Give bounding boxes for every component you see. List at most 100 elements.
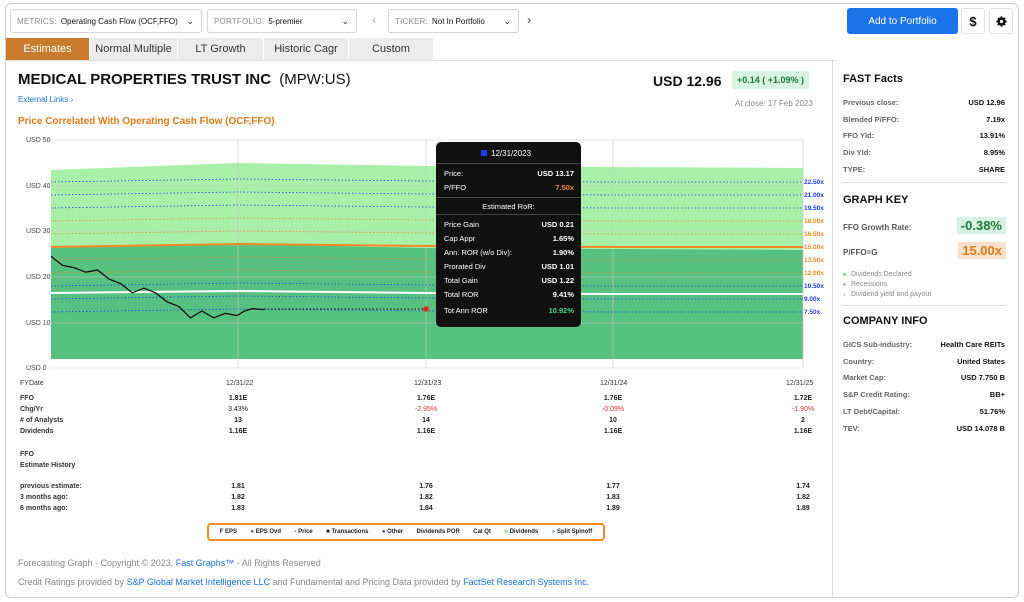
tooltip-value: 1.90% bbox=[552, 248, 574, 257]
tooltip-row: P/FFO 7.50x bbox=[444, 183, 574, 192]
add-to-portfolio-button[interactable]: Add to Portfolio bbox=[847, 8, 958, 34]
sp-global-link[interactable]: S&P Global Market Intelligence LLC bbox=[127, 577, 270, 587]
portfolio-select[interactable]: PORTFOLIO: 5-premier ⌄ bbox=[207, 9, 357, 33]
multiple-label: 21.00x bbox=[804, 192, 824, 199]
fact-row: FFO Yld: 13.91% bbox=[843, 131, 1005, 140]
metrics-value: Operating Cash Flow (OCF,FFO) bbox=[60, 16, 178, 26]
table-cell: 1.82 bbox=[796, 494, 810, 501]
fact-value: SHARE bbox=[978, 165, 1005, 174]
table-cell: 1.81E bbox=[229, 395, 248, 402]
table-cell: 1.77 bbox=[606, 483, 620, 490]
currency-icon[interactable]: $ bbox=[961, 8, 985, 34]
legend-other[interactable]: ● Other bbox=[382, 529, 403, 535]
gear-icon[interactable] bbox=[989, 8, 1013, 34]
tooltip-label: Prorated Div bbox=[444, 262, 486, 271]
table-cell: 1.76 bbox=[419, 483, 433, 490]
info-value: BB+ bbox=[989, 390, 1005, 399]
fact-value: USD 12.96 bbox=[968, 98, 1005, 107]
table-cell: 3.43% bbox=[228, 406, 248, 413]
divider bbox=[436, 197, 581, 198]
table-cell: 1.16E bbox=[417, 428, 436, 435]
dividends-declared-icon bbox=[843, 272, 846, 276]
x-label: 12/31/23 bbox=[414, 380, 441, 387]
key-note: Dividends Declared bbox=[843, 271, 912, 278]
legend-transactions[interactable]: ■ Transactions bbox=[326, 529, 368, 535]
legend-price[interactable]: - Price bbox=[294, 529, 312, 535]
next-ticker-icon[interactable]: › bbox=[527, 13, 531, 27]
legend-split-spinoff[interactable]: ● Split Spinoff bbox=[552, 529, 593, 535]
y-label: USD 40 bbox=[26, 183, 51, 190]
sidebar: FAST Facts Previous close: USD 12.96 Blen… bbox=[832, 61, 1018, 597]
multiple-label: 10.50x bbox=[804, 283, 824, 290]
footer-text: Forecasting Graph - Copyright © 2023, bbox=[18, 558, 176, 568]
tooltip-label: Price: bbox=[444, 169, 464, 178]
table-cell: -0.09% bbox=[602, 406, 624, 413]
info-value: Health Care REITs bbox=[940, 340, 1005, 349]
tooltip-label: Cap Appr bbox=[444, 234, 476, 243]
factset-link[interactable]: FactSet Research Systems Inc. bbox=[463, 577, 589, 587]
fast-graphs-link[interactable]: Fast Graphs™ bbox=[176, 558, 235, 568]
metrics-select[interactable]: METRICS: Operating Cash Flow (OCF,FFO) ⌄ bbox=[10, 9, 202, 33]
portfolio-value: 5-premier bbox=[268, 16, 303, 26]
toolbar: METRICS: Operating Cash Flow (OCF,FFO) ⌄… bbox=[6, 4, 1018, 38]
fact-value: 13.91% bbox=[979, 131, 1005, 140]
tooltip-row: Cap Appr 1.65% bbox=[444, 234, 574, 243]
history-title: Estimate History bbox=[20, 462, 75, 469]
table-cell: 1.16E bbox=[229, 428, 248, 435]
info-value: USD 14.078 B bbox=[956, 424, 1005, 433]
chart-legend: F EPS ● EPS Ovd - Price ■ Transactions ●… bbox=[207, 523, 605, 541]
table-cell: 1.16E bbox=[794, 428, 813, 435]
multiple-label: 22.50x bbox=[804, 179, 824, 186]
company-name: MEDICAL PROPERTIES TRUST INC bbox=[18, 71, 272, 88]
info-label: LT Debt/Capital: bbox=[843, 407, 900, 416]
page-title: MEDICAL PROPERTIES TRUST INC (MPW:US) bbox=[18, 71, 351, 88]
legend-eps[interactable]: F EPS bbox=[220, 529, 237, 535]
tooltip-label: Price Gain bbox=[444, 220, 480, 229]
tooltip-row: Prorated Div USD 1.01 bbox=[444, 262, 574, 271]
growth-value: -0.38% bbox=[956, 217, 1006, 234]
dividend-yield-icon bbox=[843, 292, 846, 296]
legend-eps-ovd[interactable]: ● EPS Ovd bbox=[250, 529, 281, 535]
tooltip-section: Estimated RoR: bbox=[482, 202, 535, 211]
tooltip-value: USD 13.17 bbox=[537, 169, 574, 178]
tab-normal-multiple[interactable]: Normal Multiple bbox=[90, 38, 177, 60]
tooltip-label: Total Gain bbox=[444, 276, 478, 285]
table-cell: 1.16E bbox=[604, 428, 623, 435]
table-cell: 1.82 bbox=[419, 494, 433, 501]
info-value: United States bbox=[957, 357, 1005, 366]
ticker-select[interactable]: TICKER: Not In Portfolio ⌄ bbox=[388, 9, 519, 33]
multiple-label: 16.50x bbox=[804, 231, 824, 238]
table-cell: 10 bbox=[609, 417, 617, 424]
info-label: Country: bbox=[843, 357, 875, 366]
divider bbox=[436, 163, 581, 164]
legend-cal-qt[interactable]: Cal Qt bbox=[473, 529, 491, 535]
multiple-label: 18.00x bbox=[804, 218, 824, 225]
fact-row: Blended P/FFO: 7.19x bbox=[843, 115, 1005, 124]
tab-estimates[interactable]: Estimates bbox=[6, 38, 89, 60]
table-cell: 14 bbox=[422, 417, 430, 424]
history-row-label: 6 months ago: bbox=[20, 505, 68, 512]
legend-dividends-por[interactable]: Dividends POR bbox=[417, 529, 460, 535]
key-note-label: Dividends Declared bbox=[851, 271, 912, 278]
tooltip-date-text: 12/31/2023 bbox=[491, 149, 532, 158]
multiple-label: 12.00x bbox=[804, 270, 824, 277]
main-panel: MEDICAL PROPERTIES TRUST INC (MPW:US) Ex… bbox=[6, 61, 832, 597]
tab-bar: Estimates Normal Multiple LT Growth Hist… bbox=[6, 38, 836, 61]
fact-row: TYPE: SHARE bbox=[843, 165, 1005, 174]
tab-lt-growth[interactable]: LT Growth bbox=[178, 38, 263, 60]
portfolio-label: PORTFOLIO: bbox=[214, 16, 265, 26]
y-label: USD 30 bbox=[26, 228, 51, 235]
tab-historic-cagr[interactable]: Historic Cagr bbox=[264, 38, 348, 60]
prev-ticker-icon[interactable]: ‹ bbox=[372, 13, 376, 27]
legend-dividends[interactable]: ■ Dividends bbox=[504, 529, 538, 535]
tab-custom[interactable]: Custom bbox=[349, 38, 433, 60]
forecast-chart: USD 50 USD 40 USD 30 USD 20 USD 10 USD 0… bbox=[20, 137, 824, 512]
ticker-symbol: (MPW:US) bbox=[279, 71, 351, 88]
table-row-label: # of Analysts bbox=[20, 417, 63, 424]
footer-text: and Fundamental and Pricing Data provide… bbox=[269, 577, 464, 587]
growth-label: FFO Growth Rate: bbox=[843, 223, 912, 232]
recessions-icon bbox=[843, 282, 846, 286]
y-label: USD 10 bbox=[26, 320, 51, 327]
table-cell: 1.84 bbox=[419, 505, 433, 512]
external-links[interactable]: External Links › bbox=[18, 95, 73, 104]
